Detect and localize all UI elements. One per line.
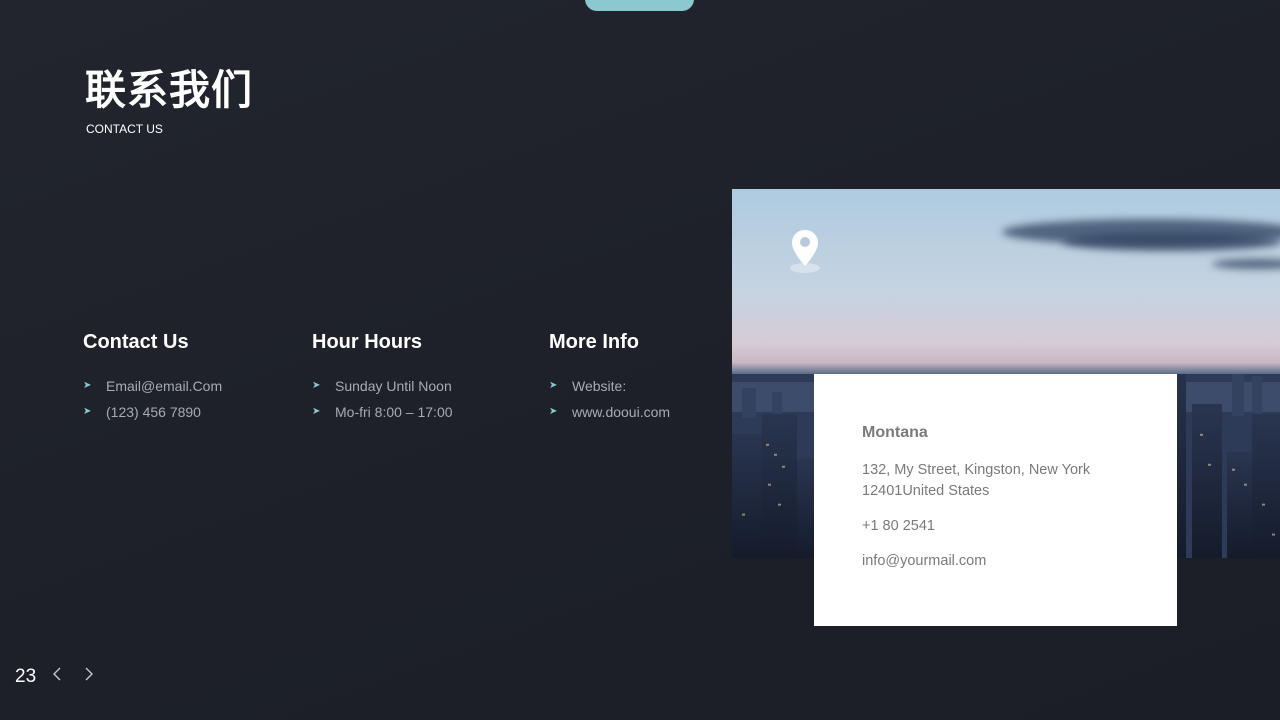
more-info-column: More Info ➤ Website: ➤ www.dooui.com [549, 330, 670, 425]
card-phone: +1 80 2541 [862, 518, 935, 534]
email-text: Email@email.Com [106, 378, 223, 394]
hours-text: Sunday Until Noon [335, 378, 452, 394]
column-heading: More Info [549, 331, 639, 353]
contact-us-column: Contact Us ➤ Email@email.Com ➤ (123) 456 7… [83, 330, 222, 425]
list-item: ➤ (123) 456 7890 [83, 399, 222, 425]
map-pin-icon [790, 230, 820, 273]
list-item: ➤ Mo-fri 8:00 – 17:00 [312, 399, 453, 425]
page-title: 联系我们 [85, 67, 253, 113]
location-name: Montana [862, 424, 928, 441]
card-email: info@yourmail.com [862, 553, 987, 569]
address-text: 132, My Street, Kingston, New York 12401… [862, 462, 1091, 499]
arrowhead-icon: ➤ [549, 406, 558, 417]
list-item: ➤ Email@email.Com [83, 373, 222, 399]
arrowhead-icon: ➤ [83, 380, 92, 391]
column-heading: Hour Hours [312, 331, 422, 353]
page-number: 23 [15, 666, 37, 687]
list-item: ➤ www.dooui.com [549, 399, 670, 425]
phone-text: (123) 456 7890 [106, 404, 201, 420]
website-label: Website: [572, 378, 627, 394]
address-card: Montana 132, My Street, Kingston, New Yo… [814, 374, 1177, 626]
list-item: ➤ Sunday Until Noon [312, 373, 453, 399]
website-url: www.dooui.com [572, 404, 671, 420]
list-item: ➤ Website: [549, 373, 670, 399]
column-heading: Contact Us [83, 331, 189, 353]
page-subtitle: CONTACT US [86, 122, 163, 136]
arrowhead-icon: ➤ [312, 406, 321, 417]
chevron-right-icon[interactable] [79, 664, 99, 684]
arrowhead-icon: ➤ [312, 380, 321, 391]
arrowhead-icon: ➤ [83, 406, 92, 417]
top-tab-decoration [585, 0, 694, 11]
hours-text: Mo-fri 8:00 – 17:00 [335, 404, 453, 420]
hours-column: Hour Hours ➤ Sunday Until Noon ➤ Mo-fri 8:… [312, 330, 453, 425]
chevron-left-icon[interactable] [47, 664, 67, 684]
arrowhead-icon: ➤ [549, 380, 558, 391]
